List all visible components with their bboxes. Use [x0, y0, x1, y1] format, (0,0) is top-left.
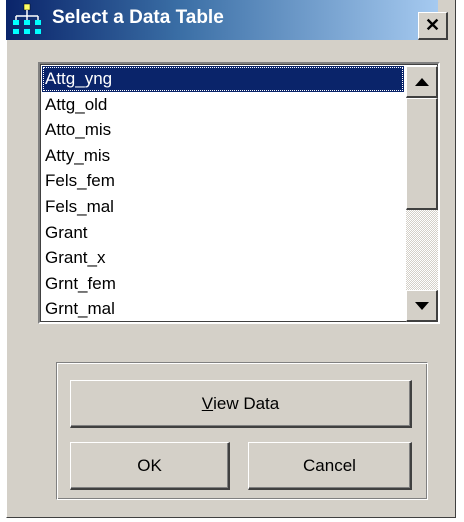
title-bar[interactable]: Select a Data Table: [6, 0, 438, 40]
list-item[interactable]: Grnt_fem: [42, 271, 404, 297]
list-item[interactable]: Atto_mis: [42, 117, 404, 143]
cancel-button[interactable]: Cancel: [248, 442, 412, 490]
close-button[interactable]: ✕: [418, 12, 448, 40]
view-data-label: iew Data: [213, 393, 280, 413]
data-table-listbox[interactable]: Attg_yng Attg_old Atto_mis Atty_mis Fels_fem…: [38, 62, 440, 324]
arrow-up-icon: [414, 77, 429, 86]
view-data-mnemonic: V: [201, 393, 214, 413]
list-item[interactable]: Attg_old: [42, 92, 404, 118]
close-icon: ✕: [424, 15, 441, 35]
view-data-button[interactable]: View Data: [70, 380, 412, 428]
arrow-down-icon: [414, 301, 429, 310]
list-item[interactable]: Fels_fem: [42, 168, 404, 194]
scroll-thumb[interactable]: [406, 98, 438, 210]
list-item[interactable]: Attg_yng: [42, 66, 404, 92]
scroll-down-button[interactable]: [406, 290, 438, 322]
list-item[interactable]: Grnt_mal: [42, 296, 404, 322]
list-item[interactable]: Grant: [42, 220, 404, 246]
list-item[interactable]: Atty_mis: [42, 143, 404, 169]
list-item[interactable]: Fels_mal: [42, 194, 404, 220]
data-tree-icon: [10, 2, 46, 38]
ok-button[interactable]: OK: [70, 442, 230, 490]
list-items: Attg_yng Attg_old Atto_mis Atty_mis Fels_fem…: [42, 66, 404, 322]
scroll-up-button[interactable]: [406, 66, 438, 98]
dialog-title: Select a Data Table: [52, 7, 224, 28]
list-item[interactable]: Grant_x: [42, 245, 404, 271]
vertical-scrollbar[interactable]: [406, 66, 438, 322]
